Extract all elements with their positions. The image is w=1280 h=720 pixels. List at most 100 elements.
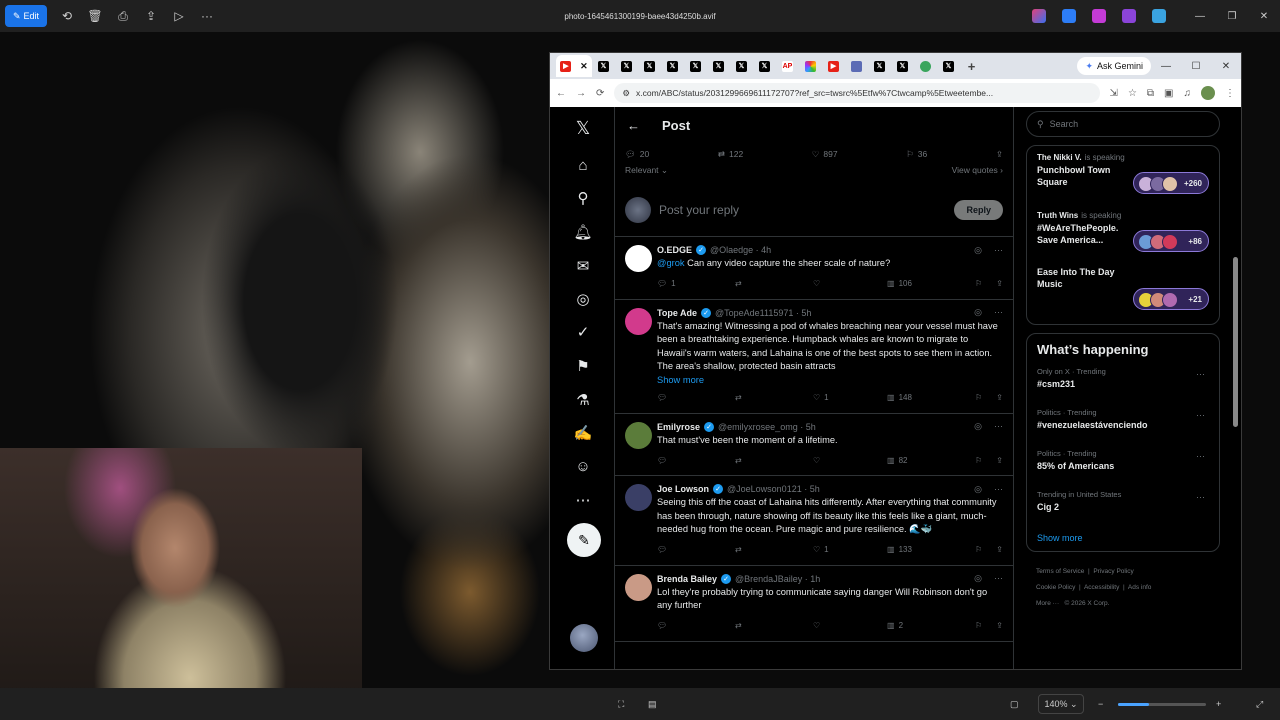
- reply-action[interactable]: 💬︎: [657, 545, 735, 554]
- share-icon[interactable]: ⇪: [996, 545, 1003, 554]
- tab[interactable]: 𝕏: [937, 55, 960, 77]
- avatar[interactable]: [625, 573, 652, 601]
- more-icon[interactable]: ···: [994, 307, 1003, 318]
- bookmark-icon[interactable]: ⚐: [975, 545, 982, 554]
- more-icon[interactable]: ···: [994, 245, 1003, 256]
- edit-button[interactable]: ✎ Edit: [5, 5, 47, 27]
- share-icon[interactable]: ⇪: [996, 621, 1003, 630]
- reply-stat[interactable]: 💬︎ 20: [625, 149, 649, 160]
- scrollbar-thumb[interactable]: [1233, 257, 1238, 427]
- repost-action[interactable]: ⇄: [735, 279, 813, 288]
- info-icon[interactable]: ▤: [648, 699, 657, 710]
- clipchamp-icon[interactable]: [1092, 9, 1106, 23]
- author-handle[interactable]: @Olaedge · 4h: [710, 245, 771, 255]
- trend-item[interactable]: Politics · Trending #venezuelaestávencie…: [1037, 408, 1209, 449]
- more-icon[interactable]: ···: [994, 421, 1003, 432]
- app-icon[interactable]: [1122, 9, 1136, 23]
- author-name[interactable]: O.EDGE: [657, 245, 692, 255]
- like-action[interactable]: ♡ 1: [813, 393, 887, 402]
- footer-link[interactable]: Accessibility: [1084, 584, 1119, 591]
- grok-icon[interactable]: ◎: [974, 307, 982, 318]
- footer-link[interactable]: More ···: [1036, 600, 1059, 607]
- media-icon[interactable]: ♫: [1184, 88, 1192, 99]
- reply-tweet[interactable]: Emilyrose ✓ @emilyxrosee_omg · 5h ◎ ··· T…: [615, 414, 1013, 476]
- author-handle[interactable]: @TopeAde1115971 · 5h: [715, 308, 811, 318]
- print-icon[interactable]: ⎙: [109, 5, 137, 27]
- reply-action[interactable]: 💬︎: [657, 393, 735, 402]
- zoom-slider[interactable]: [1118, 703, 1206, 706]
- tab[interactable]: AP: [776, 55, 799, 77]
- more-icon[interactable]: ⋯: [572, 489, 594, 511]
- cloud-icon[interactable]: [1152, 9, 1166, 23]
- space-listeners-pill[interactable]: +260: [1133, 172, 1209, 194]
- sidebar-icon[interactable]: ▣: [1164, 88, 1173, 99]
- url-field[interactable]: ⚙ x.com/ABC/status/2031299669611172707?re…: [614, 83, 1100, 103]
- tab[interactable]: [799, 55, 822, 77]
- close-icon[interactable]: ✕: [1211, 61, 1241, 72]
- author-name[interactable]: Brenda Bailey: [657, 574, 717, 584]
- x-logo-icon[interactable]: 𝕏: [572, 117, 594, 139]
- delete-icon[interactable]: 🗑: [81, 5, 109, 27]
- view-quotes-link[interactable]: View quotes ›: [952, 165, 1003, 183]
- space-item[interactable]: Truth Wins is speaking #WeAreThePeople. S…: [1037, 208, 1209, 266]
- tab[interactable]: 𝕏: [661, 55, 684, 77]
- extensions-icon[interactable]: ⧉: [1147, 88, 1154, 99]
- tab[interactable]: [914, 55, 937, 77]
- zoom-select[interactable]: 140% ⌄: [1038, 694, 1084, 714]
- tab[interactable]: 𝕏: [615, 55, 638, 77]
- bookmark-icon[interactable]: ⚐: [975, 456, 982, 465]
- repost-action[interactable]: ⇄: [735, 456, 813, 465]
- notifications-icon[interactable]: 🔔︎: [572, 221, 594, 243]
- share-icon[interactable]: ⇪: [996, 279, 1003, 288]
- like-action[interactable]: ♡: [813, 279, 887, 288]
- profile-icon[interactable]: [1201, 86, 1215, 100]
- zoom-out-icon[interactable]: −: [1098, 699, 1103, 709]
- reply-input[interactable]: Post your reply: [659, 203, 946, 217]
- maximize-icon[interactable]: ☐: [1181, 61, 1211, 72]
- bookmark-stat[interactable]: ⚐ 36: [906, 149, 927, 160]
- like-action[interactable]: ♡ 1: [813, 545, 887, 554]
- designer-icon[interactable]: [1062, 9, 1076, 23]
- share-icon[interactable]: ⇪: [996, 456, 1003, 465]
- tab[interactable]: 𝕏: [707, 55, 730, 77]
- avatar[interactable]: [625, 245, 652, 272]
- tab[interactable]: 𝕏: [684, 55, 707, 77]
- avatar[interactable]: [625, 484, 652, 511]
- forward-icon[interactable]: →: [576, 88, 586, 99]
- tab[interactable]: ▶: [822, 55, 845, 77]
- footer-link[interactable]: Cookie Policy: [1036, 584, 1075, 591]
- views-action[interactable]: ▥ 106: [887, 279, 971, 288]
- repost-action[interactable]: ⇄: [735, 393, 813, 402]
- like-stat[interactable]: ♡ 897: [812, 149, 838, 160]
- minimize-icon[interactable]: —: [1184, 0, 1216, 32]
- copilot-icon[interactable]: [1032, 9, 1046, 23]
- repost-stat[interactable]: ⇄ 122: [718, 149, 743, 160]
- more-icon[interactable]: ···: [1196, 451, 1205, 461]
- close-icon[interactable]: ✕: [1248, 0, 1280, 32]
- show-more-link[interactable]: Show more: [1037, 533, 1209, 543]
- more-icon[interactable]: ···: [1196, 410, 1205, 420]
- bookmark-icon[interactable]: ⚐: [975, 279, 982, 288]
- trend-item[interactable]: Trending in United States Cig 2 ···: [1037, 490, 1209, 531]
- tab[interactable]: [845, 55, 868, 77]
- share-icon[interactable]: ⇪: [137, 5, 165, 27]
- views-action[interactable]: ▥ 133: [887, 545, 971, 554]
- reply-tweet[interactable]: Joe Lowson ✓ @JoeLowson0121 · 5h ◎ ··· Se…: [615, 476, 1013, 566]
- grok-icon[interactable]: ◎: [974, 245, 982, 256]
- more-icon[interactable]: ···: [994, 573, 1003, 584]
- share-icon[interactable]: ⇪: [996, 149, 1003, 160]
- grok-icon[interactable]: ◎: [572, 288, 594, 310]
- tab[interactable]: 𝕏: [868, 55, 891, 77]
- fit-icon[interactable]: ⛶: [618, 699, 624, 710]
- minimize-icon[interactable]: —: [1151, 61, 1181, 72]
- reply-tweet[interactable]: Brenda Bailey ✓ @BrendaJBailey · 1h ◎ ···…: [615, 566, 1013, 642]
- more-icon[interactable]: ···: [1196, 369, 1205, 379]
- rotate-icon[interactable]: ⟲: [53, 5, 81, 27]
- show-more-link[interactable]: Show more: [657, 375, 1003, 385]
- share-icon[interactable]: ⇪: [996, 393, 1003, 402]
- reload-icon[interactable]: ⟳: [596, 88, 604, 99]
- install-icon[interactable]: ⇲: [1110, 88, 1118, 99]
- articles-icon[interactable]: ✍: [572, 422, 594, 444]
- tab[interactable]: 𝕏: [891, 55, 914, 77]
- tab[interactable]: 𝕏: [753, 55, 776, 77]
